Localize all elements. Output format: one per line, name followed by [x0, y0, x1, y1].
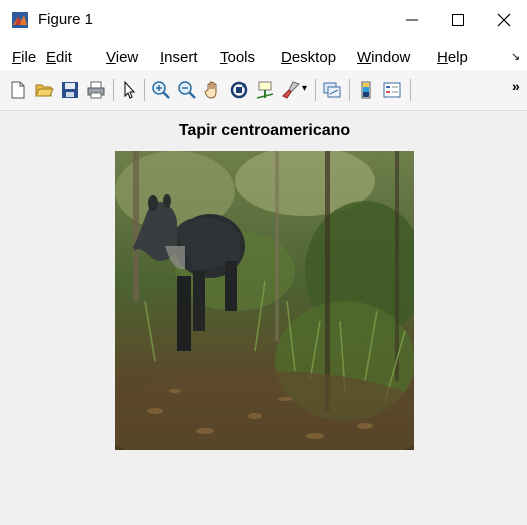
- menu-insert[interactable]: Insert: [160, 49, 198, 66]
- open-file-icon[interactable]: [34, 80, 54, 100]
- save-icon[interactable]: [60, 80, 80, 100]
- minimize-icon: [406, 19, 418, 21]
- toolbar-overflow-icon[interactable]: »: [512, 78, 520, 94]
- brush-dropdown-icon[interactable]: ▾: [302, 83, 307, 94]
- menu-tools[interactable]: Tools: [220, 49, 255, 66]
- menu-help[interactable]: Help: [437, 49, 468, 66]
- rotate-3d-icon[interactable]: [229, 80, 249, 100]
- axes-title: Tapir centroamericano: [178, 122, 351, 139]
- figure-toolbar: ▾ »: [0, 70, 527, 111]
- window-title: Figure 1: [38, 11, 94, 28]
- maximize-icon: [452, 14, 464, 26]
- pan-hand-icon[interactable]: [203, 80, 223, 100]
- toolbar-separator: [349, 79, 350, 101]
- menu-desktop[interactable]: Desktop: [281, 49, 336, 66]
- menu-file[interactable]: File: [12, 49, 36, 66]
- menu-window[interactable]: Window: [357, 49, 410, 66]
- menu-view[interactable]: View: [106, 49, 138, 66]
- select-pointer-icon[interactable]: [119, 80, 139, 100]
- toolbar-separator: [410, 79, 411, 101]
- new-figure-icon[interactable]: [8, 80, 28, 100]
- toolbar-separator: [144, 79, 145, 101]
- menu-bar: File Edit View Insert Tools Desktop Wind…: [0, 40, 527, 70]
- menu-overflow-icon[interactable]: ↘: [511, 50, 520, 63]
- matlab-icon: [12, 12, 28, 28]
- zoom-out-icon[interactable]: [177, 80, 197, 100]
- zoom-in-icon[interactable]: [151, 80, 171, 100]
- colorbar-icon[interactable]: [356, 80, 376, 100]
- toolbar-separator: [113, 79, 114, 101]
- close-icon: [497, 13, 511, 27]
- menu-edit[interactable]: Edit: [46, 49, 72, 66]
- maximize-button[interactable]: [435, 0, 481, 40]
- legend-icon[interactable]: [382, 80, 402, 100]
- data-cursor-icon[interactable]: [255, 80, 275, 100]
- minimize-button[interactable]: [389, 0, 435, 40]
- close-button[interactable]: [481, 0, 527, 40]
- brush-icon[interactable]: [281, 80, 301, 100]
- title-bar: Figure 1: [0, 0, 527, 40]
- link-plot-icon[interactable]: [322, 80, 342, 100]
- tapir-photo: [115, 151, 414, 450]
- print-icon[interactable]: [86, 80, 106, 100]
- toolbar-separator: [315, 79, 316, 101]
